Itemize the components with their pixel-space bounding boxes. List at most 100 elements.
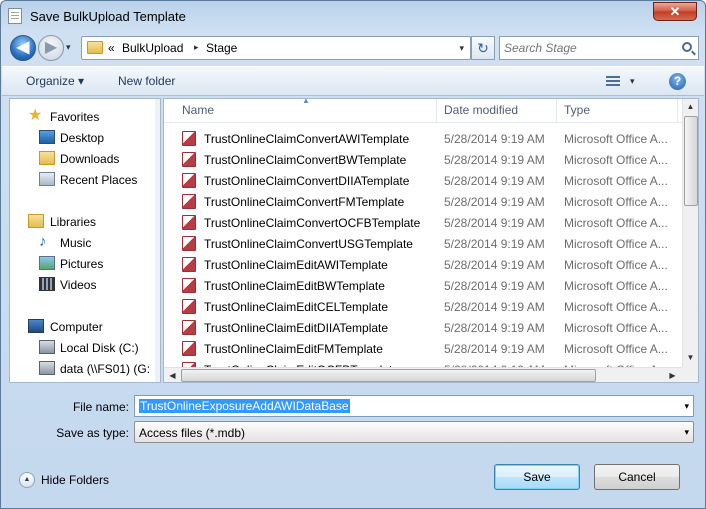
cancel-button[interactable]: Cancel: [594, 464, 680, 490]
file-type: Microsoft Office A...: [564, 237, 668, 251]
scroll-left-icon[interactable]: ◀: [165, 371, 180, 380]
file-name: TrustOnlineClaimConvertBWTemplate: [204, 153, 407, 167]
access-file-icon: [182, 236, 196, 251]
access-file-icon: [182, 299, 196, 314]
column-header: ▲ Name Date modified Type: [164, 99, 682, 123]
navigation-pane: ★ Favorites Desktop Downloads Recent Pla…: [9, 98, 161, 383]
new-folder-button[interactable]: New folder: [118, 74, 175, 88]
access-file-icon: [182, 278, 196, 293]
scroll-right-icon[interactable]: ▶: [665, 371, 680, 380]
file-type: Microsoft Office A...: [564, 279, 668, 293]
file-type: Microsoft Office A...: [564, 216, 668, 230]
table-row[interactable]: TrustOnlineClaimConvertOCFBTemplate 5/28/…: [164, 212, 682, 233]
address-bar[interactable]: « BulkUpload ▸ Stage ▾: [81, 36, 471, 60]
breadcrumb-separator-icon[interactable]: ▸: [194, 42, 199, 53]
help-icon[interactable]: ?: [669, 73, 686, 90]
navigation-bar: ◀ ▶ ▾ « BulkUpload ▸ Stage ▾ ↻: [9, 33, 699, 63]
filename-value[interactable]: TrustOnlineExposureAddAWIDataBase: [139, 399, 350, 413]
table-row[interactable]: TrustOnlineClaimConvertUSGTemplate 5/28/2…: [164, 233, 682, 254]
desktop-icon: [39, 130, 55, 144]
column-name[interactable]: Name: [182, 103, 214, 117]
hard-drive-icon: [39, 340, 55, 354]
column-divider[interactable]: [556, 99, 557, 123]
folder-icon: [87, 41, 103, 54]
table-row[interactable]: TrustOnlineClaimEditFMTemplate 5/28/2014 …: [164, 338, 682, 359]
table-row[interactable]: TrustOnlineClaimConvertFMTemplate 5/28/20…: [164, 191, 682, 212]
access-file-icon: [182, 341, 196, 356]
computer-icon: [28, 319, 44, 333]
search-box[interactable]: [499, 36, 699, 60]
file-name: TrustOnlineClaimEditBWTemplate: [204, 279, 385, 293]
refresh-button[interactable]: ↻: [471, 36, 495, 60]
access-file-icon: [182, 131, 196, 146]
sidebar-item-label: Videos: [60, 278, 97, 292]
column-divider[interactable]: [677, 99, 678, 123]
organize-button[interactable]: Organize ▾: [26, 74, 84, 88]
command-bar: Organize ▾ New folder ▾ ?: [2, 66, 704, 96]
scroll-up-icon[interactable]: ▲: [683, 102, 698, 111]
file-date: 5/28/2014 9:19 AM: [444, 237, 545, 251]
scroll-down-icon[interactable]: ▼: [683, 353, 698, 362]
access-file-icon: [182, 152, 196, 167]
table-row[interactable]: TrustOnlineClaimEditDIIATemplate 5/28/201…: [164, 317, 682, 338]
table-row[interactable]: TrustOnlineClaimConvertBWTemplate 5/28/20…: [164, 149, 682, 170]
sidebar-item-label: Local Disk (C:): [60, 341, 139, 355]
network-drive-icon: [39, 361, 55, 375]
file-date: 5/28/2014 9:19 AM: [444, 342, 545, 356]
navigation-pane-scrollbar[interactable]: [155, 99, 160, 382]
sidebar-item-label: data (\\FS01) (G:: [60, 362, 151, 376]
search-input[interactable]: [504, 40, 674, 56]
back-button[interactable]: ◀: [10, 35, 36, 61]
file-name: TrustOnlineClaimConvertFMTemplate: [204, 195, 405, 209]
vertical-scrollbar[interactable]: ▲ ▼: [682, 99, 698, 367]
table-row[interactable]: TrustOnlineClaimConvertAWITemplate 5/28/2…: [164, 128, 682, 149]
sidebar-item-label: Downloads: [60, 152, 120, 166]
sidebar-item-label: Recent Places: [60, 173, 138, 187]
title-bar[interactable]: Save BulkUpload Template ✕: [1, 1, 705, 31]
save-button[interactable]: Save: [494, 464, 580, 490]
view-dropdown-icon[interactable]: ▾: [630, 76, 635, 87]
search-icon[interactable]: [682, 42, 692, 52]
breadcrumb-bulkupload[interactable]: BulkUpload: [122, 41, 183, 55]
scroll-thumb[interactable]: [181, 369, 596, 382]
videos-icon: [39, 277, 55, 291]
libraries-icon: [28, 214, 44, 228]
table-row[interactable]: TrustOnlineClaimConvertDIIATemplate 5/28/…: [164, 170, 682, 191]
column-date-modified[interactable]: Date modified: [444, 103, 518, 117]
sidebar-item-label: Libraries: [50, 215, 97, 229]
recent-pages-dropdown[interactable]: ▾: [66, 42, 71, 53]
file-type: Microsoft Office A...: [564, 321, 668, 335]
column-type[interactable]: Type: [564, 103, 590, 117]
save-dialog: Save BulkUpload Template ✕ ◀ ▶ ▾ « BulkU…: [0, 0, 706, 509]
close-button[interactable]: ✕: [653, 2, 697, 21]
file-name: TrustOnlineClaimConvertDIIATemplate: [204, 174, 410, 188]
file-date: 5/28/2014 9:19 AM: [444, 279, 545, 293]
savetype-select[interactable]: Access files (*.mdb) ▾: [134, 421, 694, 443]
breadcrumb-stage[interactable]: Stage: [206, 41, 237, 55]
file-date: 5/28/2014 9:19 AM: [444, 153, 545, 167]
view-options-icon[interactable]: [606, 75, 620, 87]
filename-dropdown-icon[interactable]: ▾: [684, 401, 689, 412]
sidebar-item-label: Computer: [50, 320, 103, 334]
address-dropdown-icon[interactable]: ▾: [459, 43, 464, 54]
file-date: 5/28/2014 9:19 AM: [444, 174, 545, 188]
file-name: TrustOnlineClaimEditCELTemplate: [204, 300, 389, 314]
file-type: Microsoft Office A...: [564, 153, 668, 167]
scroll-thumb[interactable]: [684, 116, 698, 206]
horizontal-scrollbar[interactable]: ◀ ▶: [164, 367, 682, 382]
savetype-dropdown-icon[interactable]: ▾: [684, 427, 689, 438]
column-divider[interactable]: [436, 99, 437, 123]
savetype-label: Save as type:: [56, 426, 129, 440]
table-row[interactable]: TrustOnlineClaimEditCELTemplate 5/28/2014…: [164, 296, 682, 317]
table-row[interactable]: TrustOnlineClaimEditAWITemplate 5/28/2014…: [164, 254, 682, 275]
forward-button[interactable]: ▶: [38, 35, 64, 61]
chevron-up-icon: ▲: [19, 472, 35, 488]
sidebar-item-label: Music: [60, 236, 92, 250]
file-type: Microsoft Office A...: [564, 132, 668, 146]
address-overflow-button[interactable]: «: [108, 41, 115, 55]
table-row[interactable]: TrustOnlineClaimEditBWTemplate 5/28/2014 …: [164, 275, 682, 296]
savetype-value: Access files (*.mdb): [139, 426, 246, 440]
pictures-icon: [39, 256, 55, 270]
file-date: 5/28/2014 9:19 AM: [444, 216, 545, 230]
filename-field[interactable]: TrustOnlineExposureAddAWIDataBase ▾: [134, 395, 694, 417]
